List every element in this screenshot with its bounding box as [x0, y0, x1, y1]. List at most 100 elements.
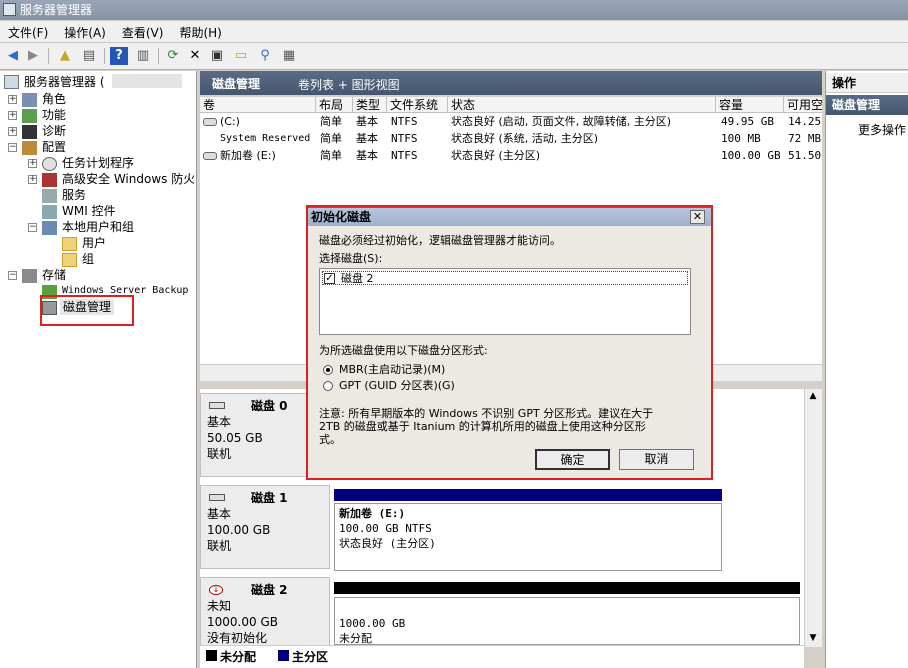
tree-services[interactable]: 服务 [62, 187, 86, 203]
expand-icon[interactable]: + [8, 127, 17, 136]
table-row[interactable]: (C:) 简单 基本 NTFS 状态良好 (启动, 页面文件, 故障转储, 主分… [200, 113, 822, 130]
col-free[interactable]: 可用空 [784, 97, 822, 113]
content-header: 磁盘管理 卷列表 + 图形视图 [200, 71, 822, 95]
col-filesystem[interactable]: 文件系统 [387, 97, 448, 113]
uninitialized-disk-icon: ↓ [209, 585, 223, 595]
disk-1-partition[interactable]: 新加卷 (E:) 100.00 GB NTFS 状态良好 (主分区) [334, 503, 722, 571]
disk-name: 磁盘 0 [251, 399, 288, 413]
legend-bar: 未分配 主分区 [200, 645, 804, 665]
col-layout[interactable]: 布局 [316, 97, 353, 113]
back-icon[interactable]: ◀ [4, 47, 22, 65]
expand-icon[interactable]: + [8, 95, 17, 104]
primary-swatch [278, 650, 289, 661]
roles-icon [22, 93, 37, 107]
col-capacity[interactable]: 容量 [716, 97, 784, 113]
volume-status: 状态良好 (主分区) [451, 149, 541, 162]
services-gear-icon [42, 189, 57, 203]
show-hide-action-icon[interactable]: ▥ [134, 47, 152, 65]
delete-icon[interactable]: ✕ [186, 47, 204, 65]
actions-section[interactable]: 磁盘管理 [826, 95, 908, 115]
storage-icon [22, 269, 37, 283]
volume-fs: NTFS [391, 115, 418, 128]
volume-type: 基本 [356, 132, 378, 145]
tree-roles[interactable]: 角色 [42, 91, 66, 107]
partition-size: 100.00 GB NTFS [339, 522, 432, 535]
server-manager-icon [3, 3, 16, 16]
disk-state: 没有初始化 [207, 631, 268, 645]
col-status[interactable]: 状态 [448, 97, 716, 113]
expand-icon[interactable]: + [8, 111, 17, 120]
expand-icon[interactable]: + [28, 159, 37, 168]
collapse-icon[interactable]: − [8, 271, 17, 280]
disk-name: 磁盘 1 [251, 491, 288, 505]
disk-size: 100.00 GB [207, 523, 271, 537]
disk-state: 联机 [207, 539, 232, 553]
configuration-icon [22, 141, 37, 155]
scroll-down-icon[interactable]: ▼ [807, 633, 819, 645]
volume-type: 基本 [356, 115, 378, 128]
table-row[interactable]: 新加卷 (E:) 简单 基本 NTFS 状态良好 (主分区) 100.00 GB… [200, 147, 822, 164]
navigation-tree: 服务器管理器 ( + 角色 + 功能 + 诊断 − 配置 + 任务计划程序 + … [0, 71, 197, 668]
volume-free: 51.50 [788, 149, 822, 162]
forward-icon[interactable]: ▶ [24, 47, 42, 65]
wmi-icon [42, 205, 57, 219]
more-actions-link[interactable]: 更多操作 [858, 121, 906, 138]
col-volume[interactable]: 卷 [200, 97, 316, 113]
features-icon [22, 109, 37, 123]
window-title: 服务器管理器 [20, 3, 93, 17]
tree-groups[interactable]: 组 [82, 251, 94, 267]
folder-icon [62, 253, 77, 267]
menu-file[interactable]: 文件(F) [0, 21, 56, 42]
disk-1-label[interactable]: 磁盘 1 基本 100.00 GB 联机 [200, 485, 330, 569]
tree-storage[interactable]: 存储 [42, 267, 66, 283]
partition-status: 状态良好 (主分区) [339, 537, 436, 550]
help-icon[interactable]: ? [110, 47, 128, 65]
tree-root[interactable]: 服务器管理器 ( [24, 74, 105, 90]
menu-action[interactable]: 操作(A) [56, 21, 114, 42]
tree-diagnostics[interactable]: 诊断 [42, 123, 66, 139]
tree-local-users-groups[interactable]: 本地用户和组 [62, 219, 134, 235]
col-type[interactable]: 类型 [353, 97, 387, 113]
collapse-icon[interactable]: − [28, 223, 37, 232]
volume-capacity: 100.00 GB [721, 149, 781, 162]
collapse-icon[interactable]: − [8, 143, 17, 152]
tree-features[interactable]: 功能 [42, 107, 66, 123]
menu-bar: 文件(F) 操作(A) 查看(V) 帮助(H) [0, 21, 908, 43]
tree-configuration[interactable]: 配置 [42, 139, 66, 155]
search-icon[interactable]: ⚲ [256, 47, 274, 65]
volume-capacity: 49.95 GB [721, 115, 774, 128]
volume-name: System Reserved [220, 133, 311, 144]
volume-type: 基本 [356, 149, 378, 162]
disk-icon [209, 402, 225, 409]
tree-wmi[interactable]: WMI 控件 [62, 203, 116, 219]
open-folder-icon[interactable]: ▭ [232, 47, 250, 65]
volume-fs: NTFS [391, 132, 418, 145]
volume-icon [203, 118, 217, 126]
actions-title: 操作 [826, 73, 908, 93]
vertical-scrollbar[interactable]: ▲ ▼ [804, 389, 822, 647]
disk-type: 基本 [207, 507, 232, 521]
properties-icon[interactable]: ▣ [208, 47, 226, 65]
tree-firewall[interactable]: 高级安全 Windows 防火墙 [62, 171, 194, 187]
disk-2-label[interactable]: ↓ 磁盘 2 未知 1000.00 GB 没有初始化 [200, 577, 330, 651]
volume-free: 72 MB [788, 132, 822, 145]
volume-layout: 简单 [320, 132, 342, 145]
volume-layout: 简单 [320, 115, 342, 128]
menu-view[interactable]: 查看(V) [114, 21, 172, 42]
tree-task-scheduler[interactable]: 任务计划程序 [62, 155, 134, 171]
volume-status: 状态良好 (系统, 活动, 主分区) [451, 132, 599, 145]
disk-2-unallocated[interactable]: 1000.00 GB 未分配 [334, 597, 800, 645]
up-folder-icon[interactable]: ▲ [56, 47, 74, 65]
scroll-up-icon[interactable]: ▲ [807, 391, 819, 403]
disk-settings-icon[interactable]: ▦ [280, 47, 298, 65]
volume-icon [203, 152, 217, 160]
tree-users[interactable]: 用户 [82, 235, 106, 251]
expand-icon[interactable]: + [28, 175, 37, 184]
show-hide-tree-icon[interactable]: ▤ [80, 47, 98, 65]
table-row[interactable]: System Reserved 简单 基本 NTFS 状态良好 (系统, 活动,… [200, 130, 822, 147]
highlight-box-dialog [306, 205, 713, 480]
menu-help[interactable]: 帮助(H) [171, 21, 229, 42]
volume-fs: NTFS [391, 149, 418, 162]
refresh-icon[interactable]: ⟳ [164, 47, 182, 65]
users-groups-icon [42, 221, 57, 235]
